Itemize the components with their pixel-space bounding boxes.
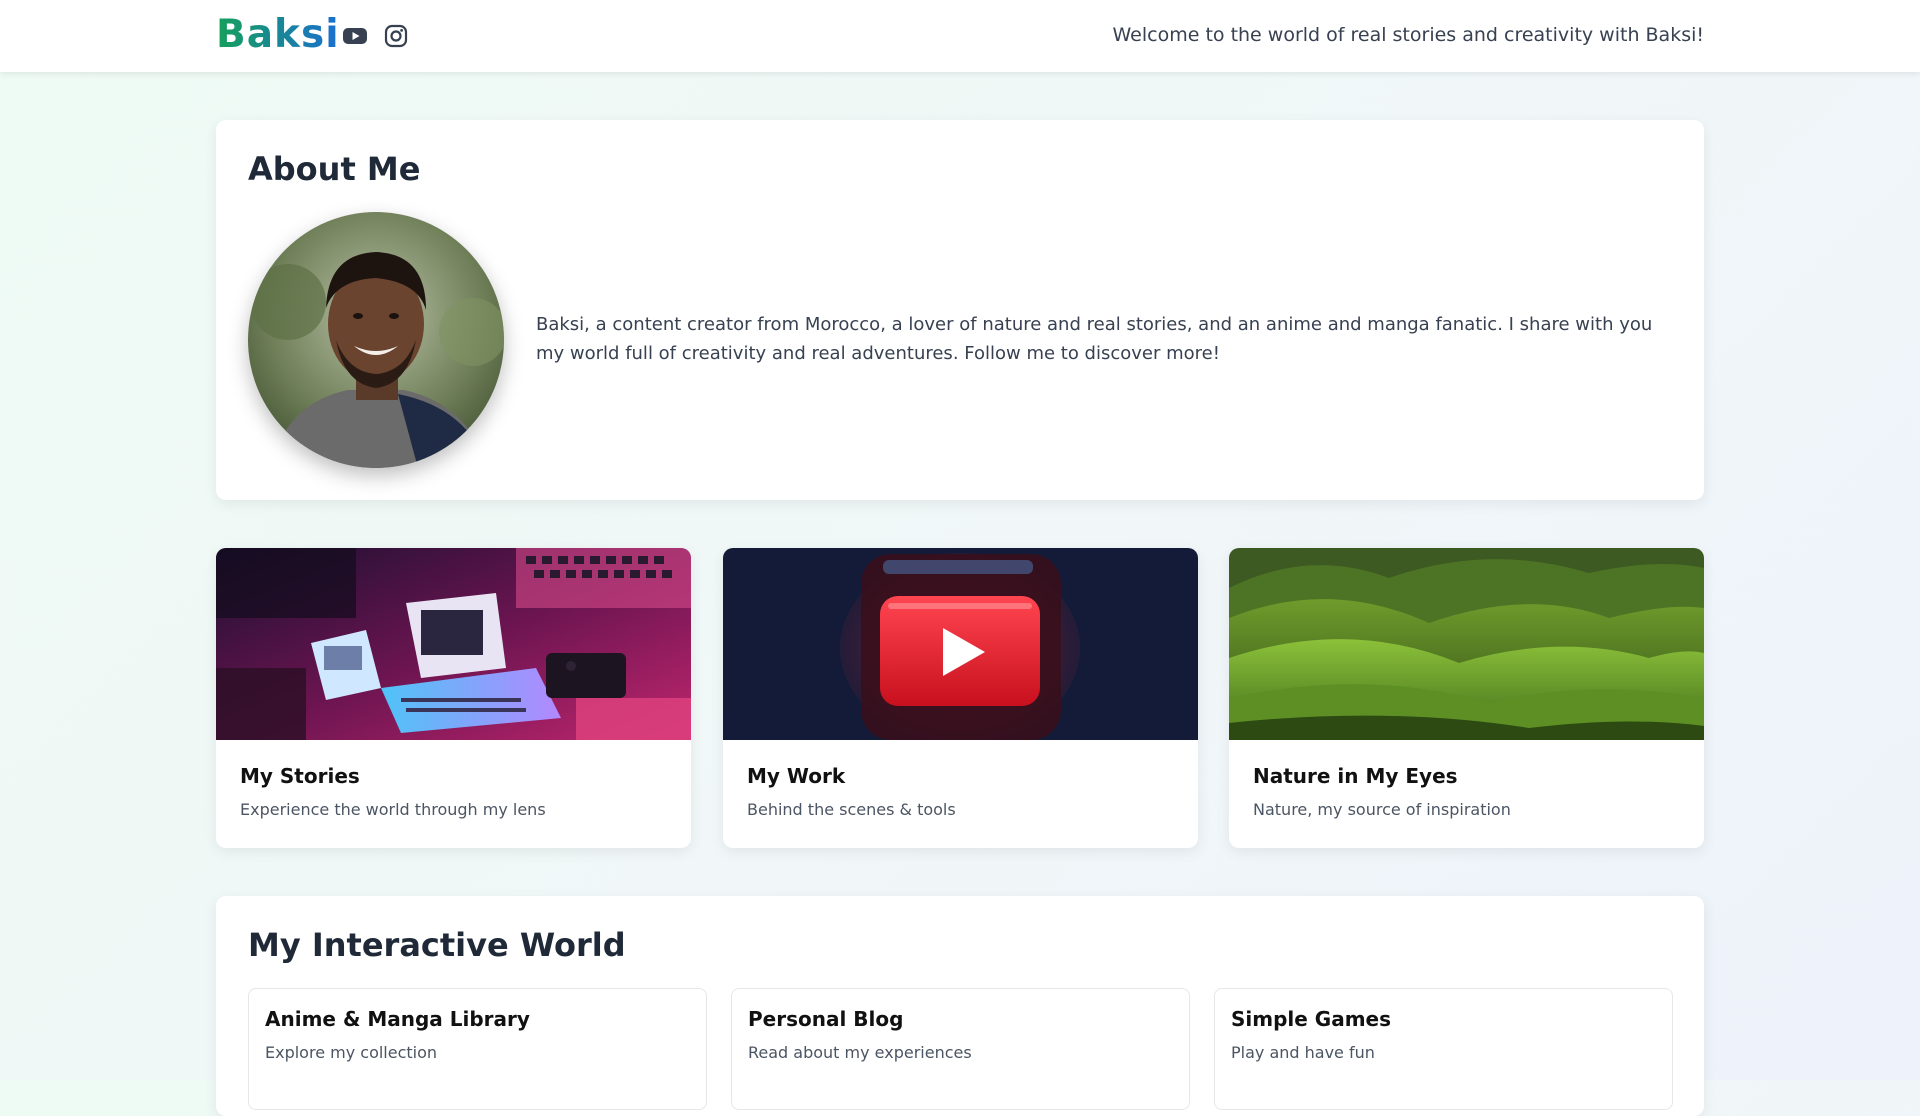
- sub-card-subtitle: Read about my experiences: [748, 1043, 972, 1062]
- feature-card-nature[interactable]: Nature in My Eyes Nature, my source of i…: [1229, 548, 1704, 848]
- about-description: Baksi, a content creator from Morocco, a…: [536, 314, 1653, 364]
- anime-manga-library-card[interactable]: Anime & Manga Library Explore my collect…: [248, 988, 707, 1110]
- about-section: About Me Baksi, a content creator from M…: [216, 120, 1704, 500]
- instagram-icon[interactable]: [384, 24, 408, 48]
- simple-games-card[interactable]: Simple Games Play and have fun: [1214, 988, 1673, 1110]
- feature-title: My Stories: [240, 764, 360, 788]
- feature-subtitle: Nature, my source of inspiration: [1253, 800, 1511, 819]
- sub-card-subtitle: Play and have fun: [1231, 1043, 1375, 1062]
- feature-title: Nature in My Eyes: [1253, 764, 1458, 788]
- feature-title: My Work: [747, 764, 846, 788]
- about-title: About Me: [248, 150, 421, 188]
- interactive-world-section: My Interactive World Anime & Manga Libra…: [216, 896, 1704, 1116]
- stories-image: [216, 548, 691, 740]
- feature-subtitle: Experience the world through my lens: [240, 800, 546, 819]
- personal-blog-card[interactable]: Personal Blog Read about my experiences: [731, 988, 1190, 1110]
- feature-card-work[interactable]: My Work Behind the scenes & tools: [723, 548, 1198, 848]
- sub-card-title: Anime & Manga Library: [265, 1007, 530, 1031]
- feature-card-stories[interactable]: My Stories Experience the world through …: [216, 548, 691, 848]
- top-nav-bar: Baksi Welcome to the world of real stori…: [0, 0, 1920, 72]
- interactive-title: My Interactive World: [248, 926, 626, 964]
- nature-image: [1229, 548, 1704, 740]
- youtube-icon[interactable]: [342, 24, 368, 48]
- work-image: [723, 548, 1198, 740]
- brand-logo[interactable]: Baksi: [216, 12, 340, 57]
- profile-avatar: [248, 212, 504, 468]
- sub-card-title: Simple Games: [1231, 1007, 1392, 1031]
- sub-card-subtitle: Explore my collection: [265, 1043, 438, 1062]
- feature-subtitle: Behind the scenes & tools: [747, 800, 956, 819]
- welcome-message: Welcome to the world of real stories and…: [1112, 24, 1705, 46]
- sub-card-title: Personal Blog: [748, 1007, 904, 1031]
